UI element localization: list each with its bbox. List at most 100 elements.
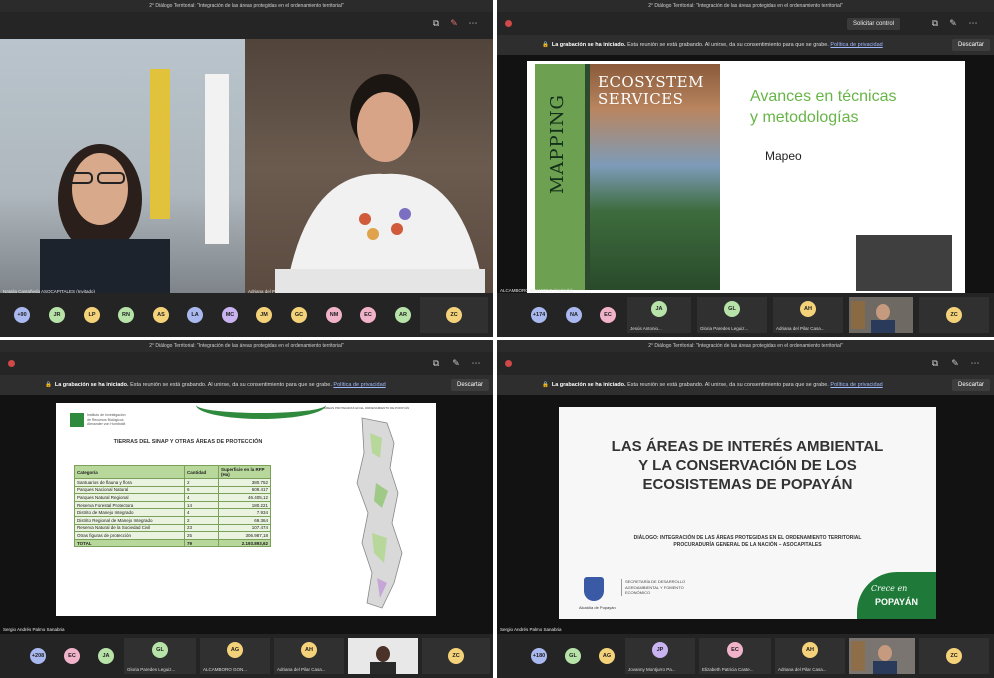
popayan-label: POPAYÁN xyxy=(875,597,919,607)
participant-tile[interactable]: GL Gloria Paredes Leguiz... xyxy=(697,297,767,333)
banner-text: Esta reunión se está grabando. Al unirse… xyxy=(627,42,829,48)
participant-strip: +180 GL AG JP Jovanny Montjurro Pa... EC… xyxy=(497,634,994,678)
slide-subtitle-line: PROCURADURÍA GENERAL DE LA NACIÓN – ASOC… xyxy=(673,541,822,548)
table-cell: Santuarios de flauna y flora xyxy=(74,478,185,487)
more-icon[interactable]: ⋯ xyxy=(967,18,979,30)
meeting-toolbar: ⧉ ✎ ⋯ xyxy=(0,12,493,39)
chat-icon[interactable]: ✎ xyxy=(448,18,460,30)
window-title: 2° Diálogo Territorial: "Integración de … xyxy=(0,0,493,12)
avatar[interactable]: EC xyxy=(600,307,616,323)
banner-bold-text: La grabación se ha iniciado. xyxy=(54,382,129,388)
window-title: 2° Diálogo Territorial: "Integración de … xyxy=(0,340,493,352)
map-title: ÁREAS PROTEGIDAS EN EL ORDENAMIENTO DE P… xyxy=(324,406,410,410)
table-cell: 180.221 xyxy=(218,500,271,510)
participant-strip: +174 NA EC JA Jesús Antonio... GL Gloria… xyxy=(497,293,994,337)
more-icon[interactable]: ⋯ xyxy=(969,358,981,370)
table-cell: 2 xyxy=(184,478,219,487)
table-cell: 4 xyxy=(184,493,219,502)
table-total-row: TOTAL 79 2.193.893,62 xyxy=(74,538,271,548)
institution-logo-text: Instituto de Investigación de Recursos B… xyxy=(87,413,126,426)
avatar: ZC xyxy=(446,307,462,323)
share-icon[interactable]: ⧉ xyxy=(430,358,442,370)
avatar-more[interactable]: +90 xyxy=(14,307,30,323)
chat-icon[interactable]: ✎ xyxy=(947,18,959,30)
table-row: Reserva Natural de la Sociedad Civil 23 10… xyxy=(74,523,271,533)
participant-tile[interactable]: ZC xyxy=(420,297,488,333)
avatar: JA xyxy=(651,301,667,317)
window-title: 2° Diálogo Territorial: "Integración de … xyxy=(497,340,994,352)
banner-bold-text: La grabación se ha iniciado. xyxy=(551,42,626,48)
shared-slide: Instituto de Investigación de Recursos B… xyxy=(56,403,436,616)
dismiss-button[interactable]: Descartar xyxy=(450,379,489,391)
avatar[interactable]: GC xyxy=(291,307,307,323)
avatar[interactable]: AR xyxy=(395,307,411,323)
slide-heading: Avances en técnicas y metodologías xyxy=(750,86,896,128)
avatar-more[interactable]: +208 xyxy=(30,648,46,664)
participant-tile[interactable]: JA Jesús Antonio... xyxy=(627,297,691,333)
participant-video-2[interactable]: Adriana del Pilar Casas Pérez xyxy=(245,39,493,297)
avatar[interactable]: JR xyxy=(49,307,65,323)
privacy-policy-link[interactable]: Política de privacidad xyxy=(333,382,385,388)
protected-areas-map xyxy=(356,417,403,609)
participant-tile[interactable]: AH Adriana del Pilar Casa... xyxy=(773,297,843,333)
avatar[interactable]: JA xyxy=(98,648,114,664)
slide-title: TIERRAS DEL SINAP Y OTRAS ÁREAS DE PROTE… xyxy=(113,439,263,445)
avatar[interactable]: EC xyxy=(64,648,80,664)
avatar[interactable]: LA xyxy=(187,307,203,323)
avatar[interactable]: RN xyxy=(118,307,134,323)
presenter-video-box xyxy=(856,235,952,291)
table-cell: 107.474 xyxy=(218,523,271,533)
avatar-more[interactable]: +180 xyxy=(531,648,547,664)
chat-icon[interactable]: ✎ xyxy=(450,358,462,370)
request-control-button[interactable]: Solicitar control xyxy=(847,18,901,30)
participant-tile[interactable]: ZC xyxy=(422,638,490,674)
share-icon[interactable]: ⧉ xyxy=(929,358,941,370)
avatar[interactable]: GL xyxy=(565,648,581,664)
avatar: AG xyxy=(227,642,243,658)
table-cell: 6 xyxy=(184,485,219,495)
chat-icon[interactable]: ✎ xyxy=(949,358,961,370)
avatar[interactable]: AG xyxy=(599,648,615,664)
avatar: ZC xyxy=(946,648,962,664)
dismiss-button[interactable]: Descartar xyxy=(951,379,990,391)
meeting-pane-top-right: 2° Diálogo Territorial: "Integración de … xyxy=(497,0,994,337)
share-icon[interactable]: ⧉ xyxy=(929,18,941,30)
participant-tile[interactable]: AH Adriana del Pilar Casa... xyxy=(274,638,344,674)
avatar-more[interactable]: +174 xyxy=(531,307,547,323)
dismiss-button[interactable]: Descartar xyxy=(951,39,990,51)
avatar[interactable]: NA xyxy=(566,307,582,323)
participant-tile[interactable]: GL Gloria Paredes Leguiz... xyxy=(124,638,196,674)
book-title-line: ECOSYSTEM xyxy=(598,73,704,91)
meeting-pane-bottom-right: 2° Diálogo Territorial: "Integración de … xyxy=(497,340,994,678)
participant-tile[interactable]: ZC xyxy=(919,638,989,674)
participant-tile[interactable]: EC Elizabeth Patricia Caste... xyxy=(699,638,771,674)
avatar[interactable]: LP xyxy=(84,307,100,323)
participant-video-tile[interactable] xyxy=(849,297,913,333)
secretaria-label: SECRETARÍA DE DESARROLLO AGROAMBIENTAL Y… xyxy=(621,579,701,596)
participant-video-tile[interactable] xyxy=(348,638,418,674)
avatar[interactable]: AS xyxy=(153,307,169,323)
table-header: Categoría xyxy=(74,465,185,479)
participant-strip: +90 JR LP RN AS LA MC JM GC NM EC AR ZC xyxy=(0,293,493,337)
privacy-policy-link[interactable]: Política de privacidad xyxy=(830,382,882,388)
participant-video-tile[interactable] xyxy=(849,638,915,674)
participant-video-1[interactable]: Natalia Castañeda ASOCAPITALES (Invitado… xyxy=(0,39,245,297)
participant-tile-label: Jovanny Montjurro Pa... xyxy=(628,667,676,672)
avatar[interactable]: NM xyxy=(326,307,342,323)
participant-tile[interactable]: ZC xyxy=(919,297,989,333)
avatar[interactable]: JM xyxy=(256,307,272,323)
participant-tile[interactable]: JP Jovanny Montjurro Pa... xyxy=(625,638,695,674)
table-row: Reserva Forestal Protectora 14 180.221 xyxy=(74,500,271,510)
avatar[interactable]: EC xyxy=(360,307,376,323)
participant-video-thumbnail xyxy=(348,638,418,674)
avatar[interactable]: MC xyxy=(222,307,238,323)
privacy-policy-link[interactable]: Política de privacidad xyxy=(830,42,882,48)
more-icon[interactable]: ⋯ xyxy=(467,18,479,30)
meeting-toolbar: ⧉ ✎ ⋯ xyxy=(497,352,994,375)
participant-tile[interactable]: AH Adriana del Pilar Casa... xyxy=(775,638,845,674)
share-icon[interactable]: ⧉ xyxy=(430,18,442,30)
table-row: Otras figuras de protección 25 306.987,18 xyxy=(74,531,271,540)
more-icon[interactable]: ⋯ xyxy=(470,358,482,370)
participant-tile[interactable]: AG ALCAMBORO GON... xyxy=(200,638,270,674)
book-title-line: SERVICES xyxy=(598,90,684,108)
